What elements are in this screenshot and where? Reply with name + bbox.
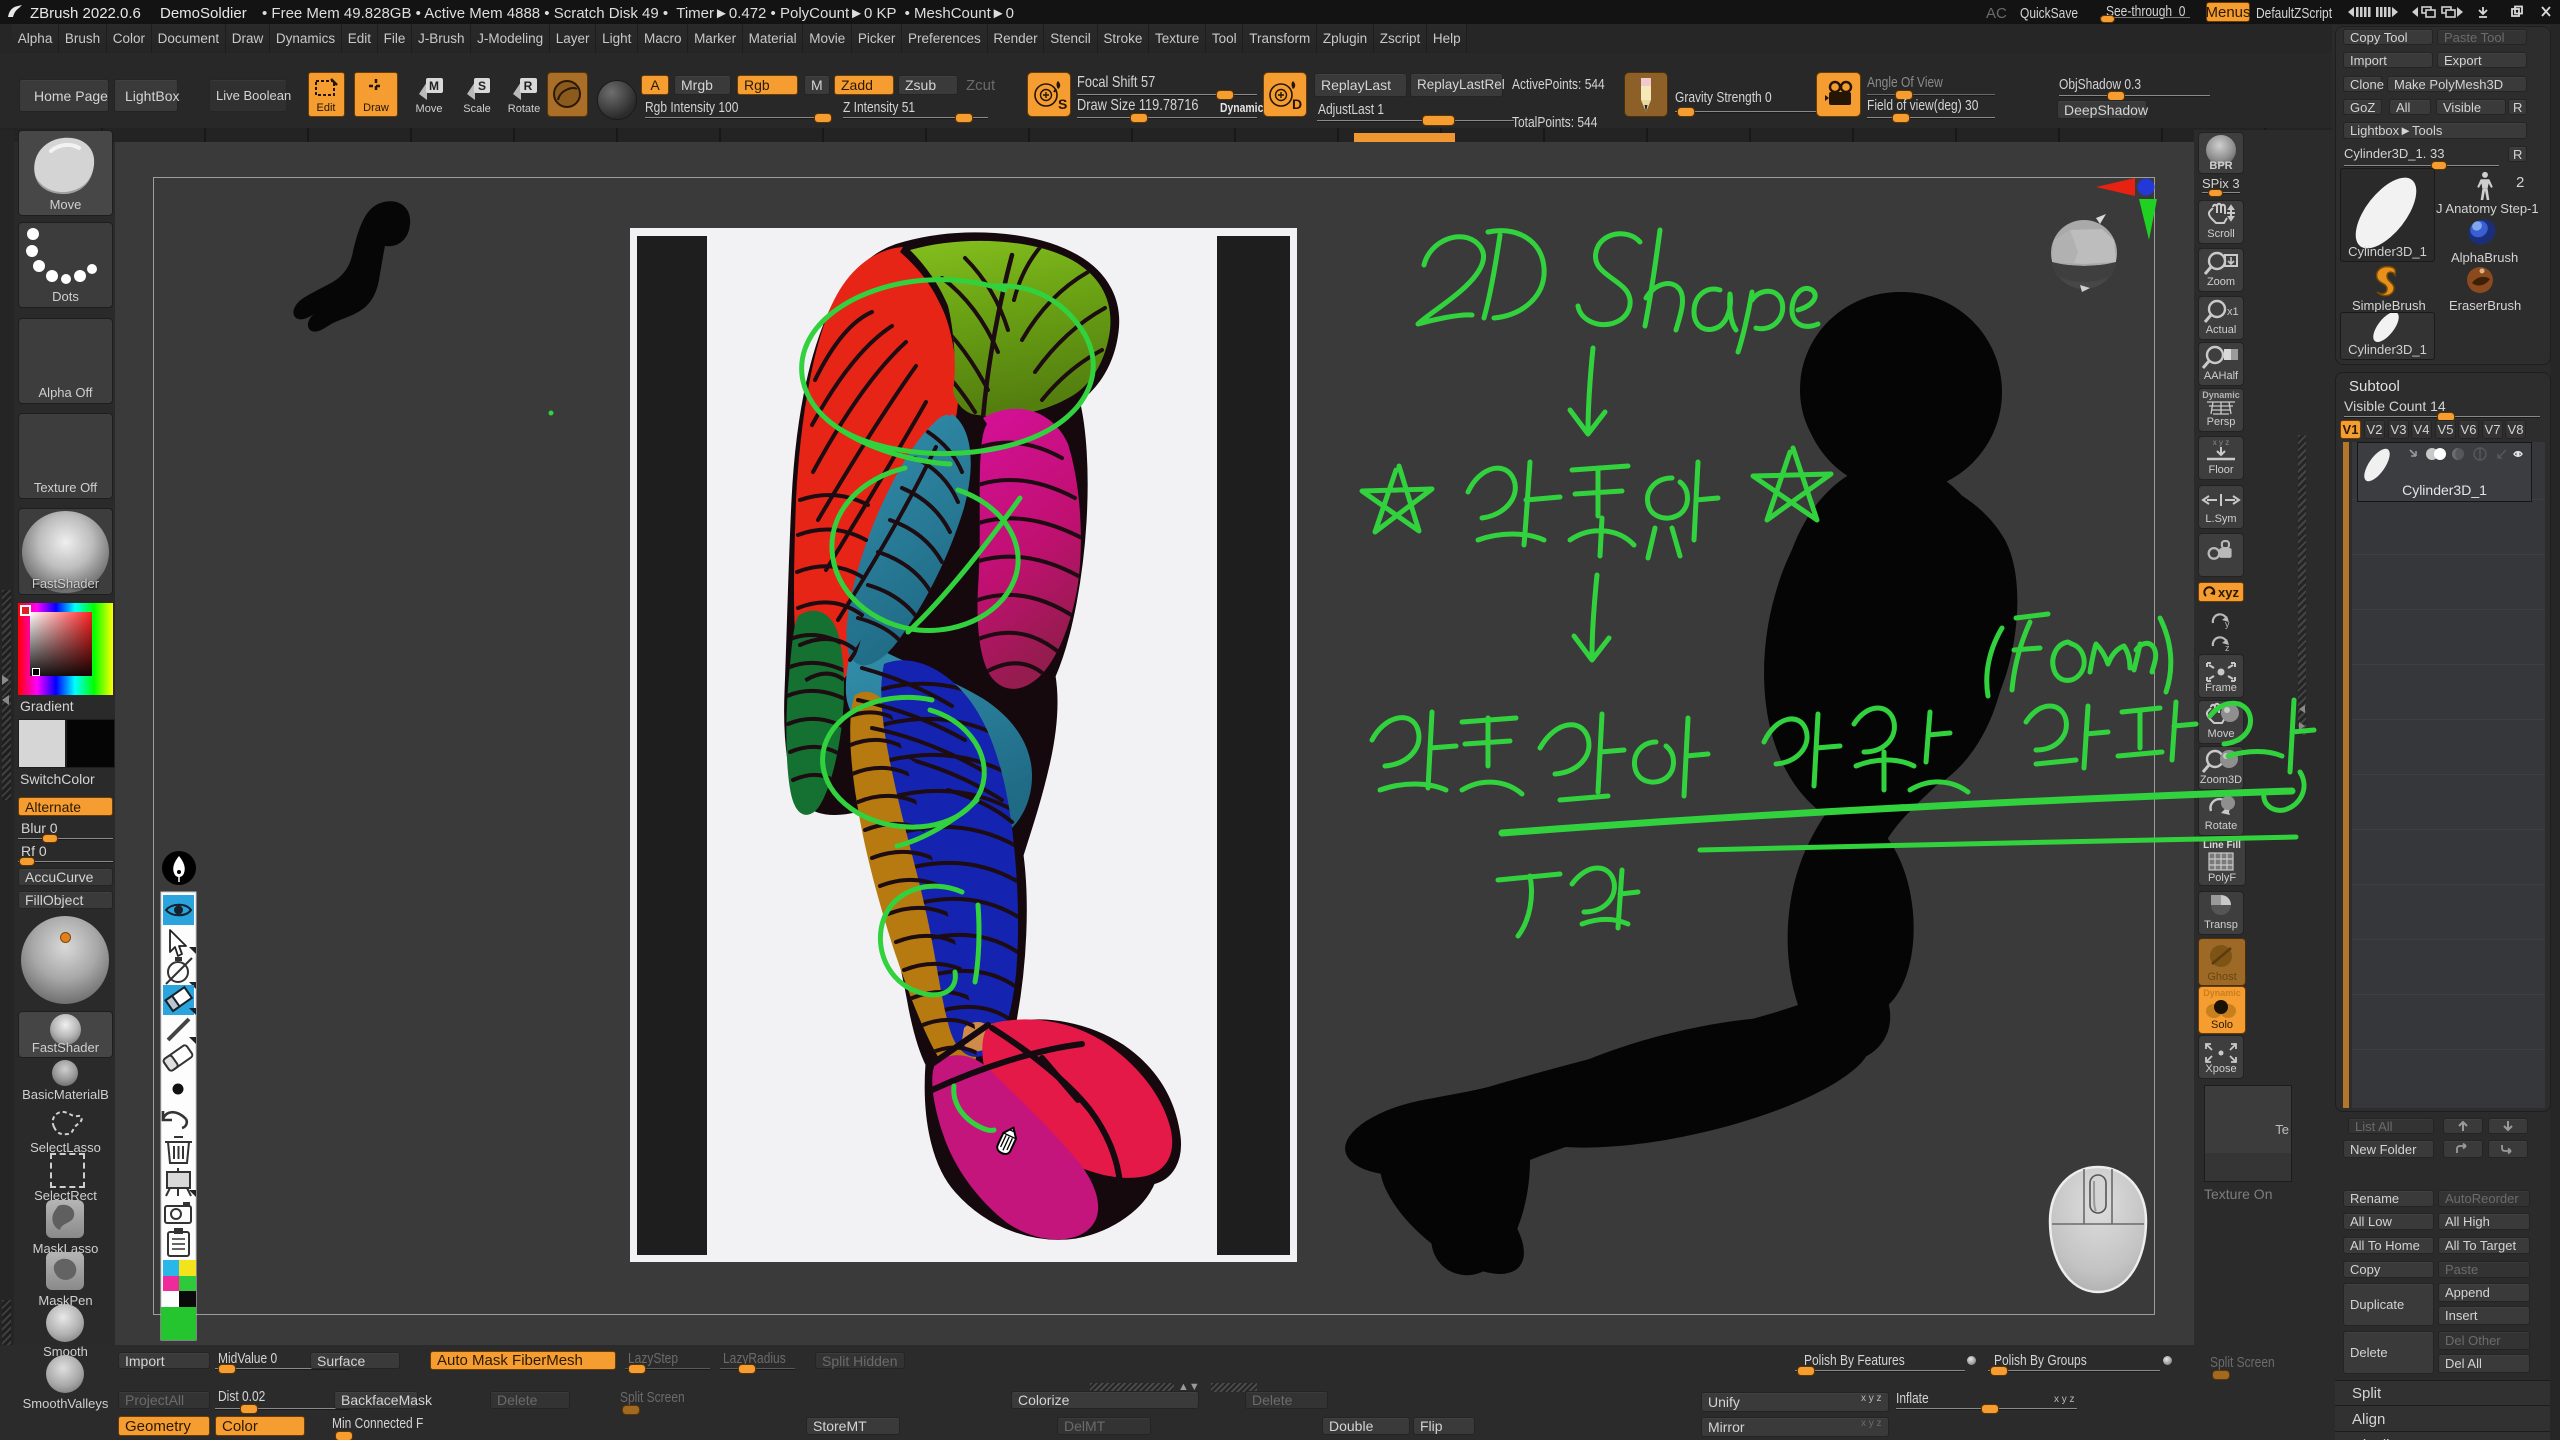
svg-text:Draw: Draw xyxy=(363,102,389,114)
svg-text:Move: Move xyxy=(416,103,443,115)
svg-text:y: y xyxy=(2225,619,2230,629)
svg-text:Dynamic: Dynamic xyxy=(2202,390,2240,400)
svg-text:S: S xyxy=(478,79,486,93)
svg-text:Edit: Edit xyxy=(317,102,336,114)
svg-text:Rotate: Rotate xyxy=(508,103,540,115)
svg-text:S: S xyxy=(1058,96,1067,112)
svg-text:M: M xyxy=(429,79,439,93)
svg-text:x1: x1 xyxy=(2227,306,2239,318)
svg-text:R: R xyxy=(524,79,533,93)
svg-text:z: z xyxy=(2225,643,2230,652)
svg-text:Scale: Scale xyxy=(463,103,491,115)
svg-text:x y z: x y z xyxy=(2213,438,2229,447)
svg-text:D: D xyxy=(1292,96,1302,112)
